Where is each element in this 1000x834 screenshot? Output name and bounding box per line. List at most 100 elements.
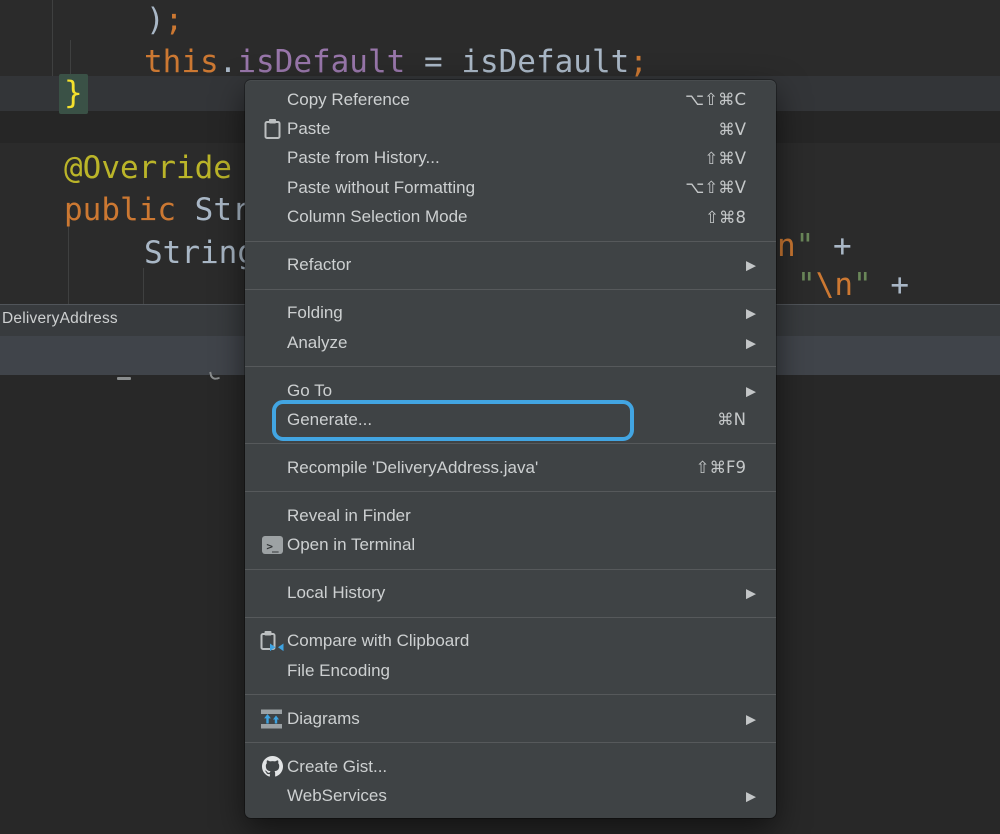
compare-clipboard-icon [257,630,287,653]
menu-item-label: Reveal in Finder [287,506,411,526]
indent-guide [70,40,71,76]
menu-item-label: Open in Terminal [287,535,415,555]
submenu-arrow-icon: ▶ [746,587,756,600]
menu-separator [245,289,776,290]
github-icon [257,756,287,777]
menu-item-local-history[interactable]: Local History ▶ [245,579,776,608]
line-string-frag-2: "\n" + [797,268,909,303]
menu-item-shortcut: ⌘N [717,410,746,429]
submenu-arrow-icon: ▶ [746,790,756,803]
menu-item-file-encoding[interactable]: File Encoding [245,656,776,685]
menu-item-paste-without-formatting[interactable]: Paste without Formatting ⌥⇧⌘V [245,173,776,202]
tab-delivery-address[interactable]: DeliveryAddress [2,310,118,328]
menu-item-shortcut: ⇧⌘F9 [696,458,746,477]
menu-item-folding[interactable]: Folding ▶ [245,299,776,328]
menu-separator [245,443,776,444]
menu-item-recompile[interactable]: Recompile 'DeliveryAddress.java' ⇧⌘F9 [245,453,776,482]
menu-item-label: Diagrams [287,709,360,729]
menu-item-compare-with-clipboard[interactable]: Compare with Clipboard [245,627,776,656]
ide-window: );this.isDefault = isDefault;}@Overridep… [0,0,1000,834]
menu-item-label: Refactor [287,255,351,275]
submenu-arrow-icon: ▶ [746,259,756,272]
menu-item-create-gist[interactable]: Create Gist... [245,752,776,781]
menu-item-label: Folding [287,303,343,323]
menu-item-refactor[interactable]: Refactor ▶ [245,251,776,280]
code-token: ; [629,44,648,80]
menu-item-label: Generate... [287,410,372,430]
menu-item-analyze[interactable]: Analyze ▶ [245,328,776,357]
menu-item-paste[interactable]: Paste ⌘V [245,114,776,143]
code-token: . [219,44,238,80]
menu-item-label: Local History [287,583,385,603]
menu-separator [245,366,776,367]
menu-item-shortcut: ⌥⇧⌘V [685,178,746,197]
menu-item-label: Go To [287,381,332,401]
menu-item-label: Paste without Formatting [287,178,475,198]
menu-item-paste-from-history[interactable]: Paste from History... ⇧⌘V [245,144,776,173]
menu-separator [245,241,776,242]
menu-item-label: Compare with Clipboard [287,631,469,651]
menu-item-label: Copy Reference [287,90,410,110]
line-close-paren: ); [146,3,183,38]
menu-item-diagrams[interactable]: Diagrams ▶ [245,704,776,733]
menu-separator [245,569,776,570]
terminal-icon: >_ [257,536,287,554]
menu-item-generate[interactable]: Generate... ⌘N [245,405,776,434]
menu-item-label: Analyze [287,333,347,353]
code-token [872,267,891,303]
code-token: String [144,235,256,271]
indent-guide [52,0,53,76]
code-token: isDefault [461,44,629,80]
line-closing-brace: } [64,76,88,111]
menu-separator [245,617,776,618]
line-string: String [144,236,256,271]
paste-icon [257,118,287,140]
code-token: " [853,267,872,303]
submenu-arrow-icon: ▶ [746,712,756,725]
code-token: " [796,228,815,264]
diagrams-icon [257,709,287,729]
code-token: \n [816,267,853,303]
menu-item-label: WebServices [287,786,387,806]
code-token: this [144,44,219,80]
menu-item-label: Column Selection Mode [287,207,467,227]
menu-item-shortcut: ⇧⌘8 [705,208,746,227]
menu-item-label: Recompile 'DeliveryAddress.java' [287,458,538,478]
menu-item-label: Paste from History... [287,148,440,168]
indent-guide [143,268,144,304]
menu-item-label: Paste [287,119,330,139]
menu-item-shortcut: ⇧⌘V [704,149,746,168]
code-token: @Override [64,150,232,186]
menu-item-label: File Encoding [287,661,390,681]
line-string-frag-1: n" + [777,229,852,264]
context-menu: Copy Reference ⌥⇧⌘C Paste ⌘V Paste from Hist… [245,80,776,818]
menu-item-reveal-in-finder[interactable]: Reveal in Finder [245,501,776,530]
menu-item-copy-reference[interactable]: Copy Reference ⌥⇧⌘C [245,85,776,114]
code-token: ) [146,2,165,38]
menu-item-go-to[interactable]: Go To ▶ [245,376,776,405]
code-token: public [64,192,195,228]
code-token: = [405,44,461,80]
code-token: Str [195,192,251,228]
indent-guide [68,226,69,304]
submenu-arrow-icon: ▶ [746,384,756,397]
line-override: @Override [64,151,232,186]
submenu-arrow-icon: ▶ [746,336,756,349]
menu-separator [245,742,776,743]
code-token [814,228,833,264]
code-token: isDefault [237,44,405,80]
code-token: n [777,228,796,264]
code-token: " [797,267,816,303]
line-this-assignment: this.isDefault = isDefault; [144,45,648,80]
line-public: public Str [64,193,251,228]
menu-item-shortcut: ⌘V [718,120,746,139]
code-token: + [890,267,909,303]
menu-item-shortcut: ⌥⇧⌘C [685,90,746,109]
menu-item-column-selection-mode[interactable]: Column Selection Mode ⇧⌘8 [245,203,776,232]
code-fragment-dash [117,377,131,380]
submenu-arrow-icon: ▶ [746,307,756,320]
code-token: + [833,228,852,264]
menu-item-open-in-terminal[interactable]: >_Open in Terminal [245,531,776,560]
menu-item-webservices[interactable]: WebServices ▶ [245,781,776,810]
code-token: } [59,74,88,114]
